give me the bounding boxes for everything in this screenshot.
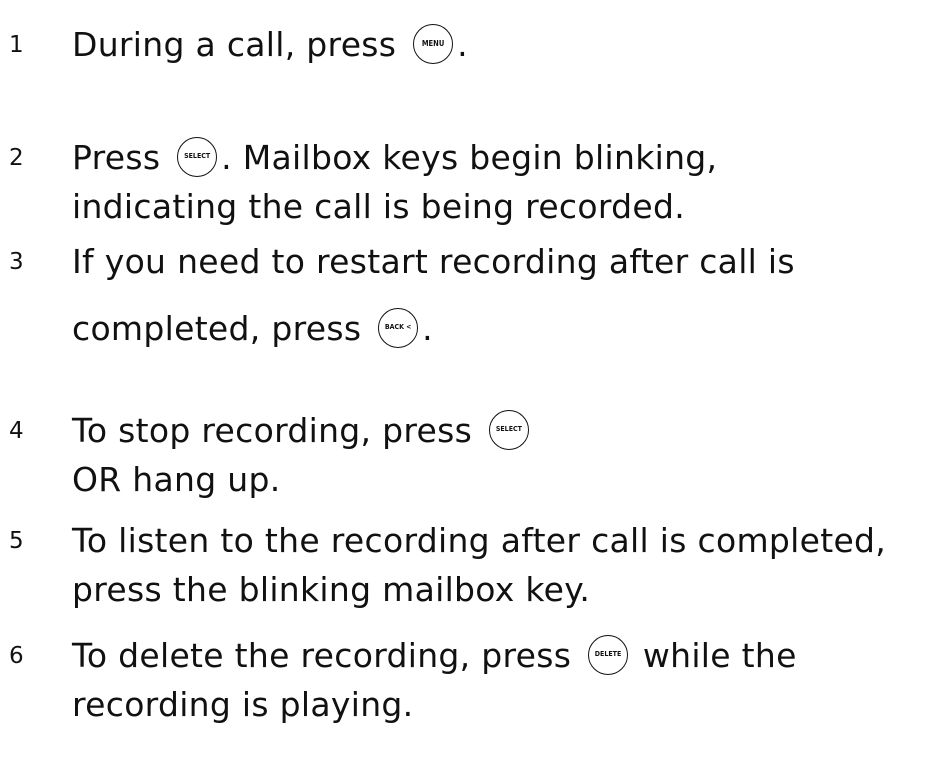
step-text: Press SELECT. Mailbox keys begin blinkin… [72, 133, 940, 231]
step-text: To listen to the recording after call is… [72, 516, 940, 614]
step-line: During a call, press MENU. [72, 23, 468, 64]
step-number: 6 [9, 643, 24, 669]
select-key-icon: SELECT [488, 409, 529, 450]
step-text: To stop recording, press SELECT OR hang … [72, 406, 940, 504]
step-number: 1 [9, 32, 24, 58]
step-line: completed, press BACK <. [72, 307, 433, 348]
step-number: 4 [9, 418, 24, 444]
step-line: To listen to the recording after call is… [72, 521, 887, 560]
step-text: If you need to restart recording after c… [72, 237, 940, 353]
delete-key-icon: DELETE [588, 634, 629, 675]
step-line: indicating the call is being recorded. [72, 187, 686, 226]
step-line: OR hang up. [72, 460, 281, 499]
step-number: 5 [9, 528, 24, 554]
step-line: Press SELECT. Mailbox keys begin blinkin… [72, 136, 718, 177]
back-key-icon: BACK < [378, 307, 419, 348]
step-text: To delete the recording, press DELETE wh… [72, 631, 940, 729]
step-line: To stop recording, press SELECT [72, 406, 940, 455]
step-line: recording is playing. [72, 685, 414, 724]
step-line: If you need to restart recording after c… [72, 242, 795, 281]
step-line: press the blinking mailbox key. [72, 570, 591, 609]
step-number: 3 [9, 249, 24, 275]
select-key-icon: SELECT [177, 136, 218, 177]
step-number: 2 [9, 145, 24, 171]
step-line: To delete the recording, press DELETE wh… [72, 634, 797, 675]
step-text: During a call, press MENU. [72, 20, 940, 69]
menu-key-icon: MENU [413, 23, 454, 64]
